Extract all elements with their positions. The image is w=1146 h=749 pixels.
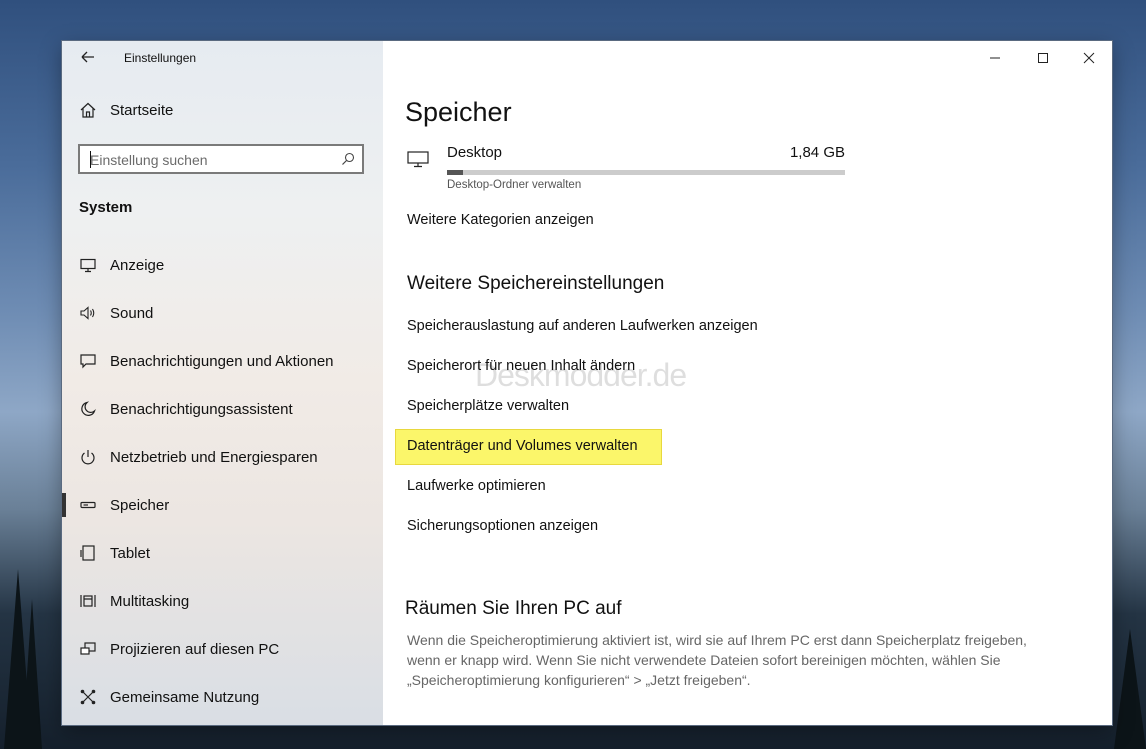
- storage-icon: [79, 496, 97, 514]
- desktop-size: 1,84 GB: [789, 144, 845, 161]
- link-manage-storage-spaces[interactable]: Speicherplätze verwalten: [407, 398, 569, 414]
- sidebar-item-label: Projizieren auf diesen PC: [110, 640, 280, 658]
- home-label: Startseite: [110, 101, 174, 119]
- maximize-button[interactable]: [1020, 43, 1066, 73]
- sidebar-item-tablet[interactable]: Tablet: [62, 529, 383, 577]
- sidebar-item-benachrichtigungen[interactable]: Benachrichtigungen und Aktionen: [62, 337, 383, 385]
- sidebar-item-label: Multitasking: [110, 592, 190, 610]
- link-optimize-drives[interactable]: Laufwerke optimieren: [407, 478, 546, 494]
- main-content: Speicher Desktop 1,84 GB Desktop-Ordner …: [383, 41, 1112, 725]
- more-settings-heading: Weitere Speichereinstellungen: [407, 273, 665, 294]
- settings-window: Einstellungen Startseite System Anzeige: [62, 41, 1112, 725]
- search-icon[interactable]: [340, 151, 356, 167]
- sidebar-item-label: Benachrichtigungen und Aktionen: [110, 352, 334, 370]
- sidebar-item-sound[interactable]: Sound: [62, 289, 383, 337]
- minimize-button[interactable]: [972, 43, 1018, 73]
- notification-icon: [79, 352, 97, 370]
- tablet-icon: [79, 544, 97, 562]
- link-manage-disks-volumes[interactable]: Datenträger und Volumes verwalten: [407, 438, 638, 454]
- close-button[interactable]: [1066, 43, 1112, 73]
- sidebar: Einstellungen Startseite System Anzeige: [62, 41, 383, 725]
- search-input[interactable]: [88, 150, 342, 170]
- desktop-label: Desktop: [447, 144, 503, 161]
- desktop-usage-fill: [447, 170, 463, 175]
- sidebar-nav: Anzeige Sound Benachrichtigungen und Akt…: [62, 241, 383, 721]
- sidebar-item-label: Netzbetrieb und Energiesparen: [110, 448, 318, 466]
- sidebar-item-label: Benachrichtigungsassistent: [110, 400, 293, 418]
- speaker-icon: [79, 304, 97, 322]
- project-icon: [79, 640, 97, 658]
- multitasking-icon: [79, 592, 97, 610]
- monitor-icon: [407, 150, 429, 173]
- link-other-drives-usage[interactable]: Speicherauslastung auf anderen Laufwerke…: [407, 318, 758, 334]
- moon-icon: [79, 400, 97, 418]
- minimize-icon: [990, 57, 1000, 59]
- link-backup-options[interactable]: Sicherungsoptionen anzeigen: [407, 518, 598, 534]
- cleanup-description: Wenn die Speicheroptimierung aktiviert i…: [407, 632, 1027, 688]
- background-tree: [1114, 629, 1146, 749]
- sidebar-item-multitasking[interactable]: Multitasking: [62, 577, 383, 625]
- desktop-storage-item[interactable]: Desktop 1,84 GB Desktop-Ordner verwalten: [407, 144, 847, 194]
- link-change-save-location[interactable]: Speicherort für neuen Inhalt ändern: [407, 358, 635, 374]
- share-icon: [79, 688, 97, 706]
- power-icon: [79, 448, 97, 466]
- sidebar-item-label: Speicher: [110, 496, 170, 514]
- sidebar-item-gemeinsame-nutzung[interactable]: Gemeinsame Nutzung: [62, 673, 383, 721]
- sidebar-item-benachrichtigungsassistent[interactable]: Benachrichtigungsassistent: [62, 385, 383, 433]
- sidebar-item-label: Sound: [110, 304, 154, 322]
- cleanup-heading: Räumen Sie Ihren PC auf: [405, 598, 622, 619]
- sidebar-item-speicher[interactable]: Speicher: [62, 481, 383, 529]
- sidebar-item-anzeige[interactable]: Anzeige: [62, 241, 383, 289]
- page-title: Speicher: [405, 97, 512, 127]
- sidebar-item-label: Tablet: [110, 544, 151, 562]
- search-box[interactable]: [78, 144, 364, 174]
- close-icon: [1083, 52, 1095, 64]
- window-title: Einstellungen: [124, 51, 197, 65]
- display-icon: [79, 256, 97, 274]
- desktop-usage-bar: [447, 170, 845, 175]
- sidebar-item-netzbetrieb[interactable]: Netzbetrieb und Energiesparen: [62, 433, 383, 481]
- background-tree: [22, 599, 42, 749]
- home-icon: [79, 101, 97, 119]
- sidebar-item-home[interactable]: Startseite: [79, 101, 173, 119]
- back-arrow-icon[interactable]: [78, 47, 98, 67]
- sidebar-item-label: Gemeinsame Nutzung: [110, 688, 260, 706]
- sidebar-item-label: Anzeige: [110, 256, 165, 274]
- maximize-icon: [1038, 53, 1048, 63]
- desktop-manage-link[interactable]: Desktop-Ordner verwalten: [447, 179, 581, 191]
- section-heading-system: System: [79, 199, 133, 216]
- more-categories-link[interactable]: Weitere Kategorien anzeigen: [407, 212, 594, 228]
- sidebar-item-projizieren[interactable]: Projizieren auf diesen PC: [62, 625, 383, 673]
